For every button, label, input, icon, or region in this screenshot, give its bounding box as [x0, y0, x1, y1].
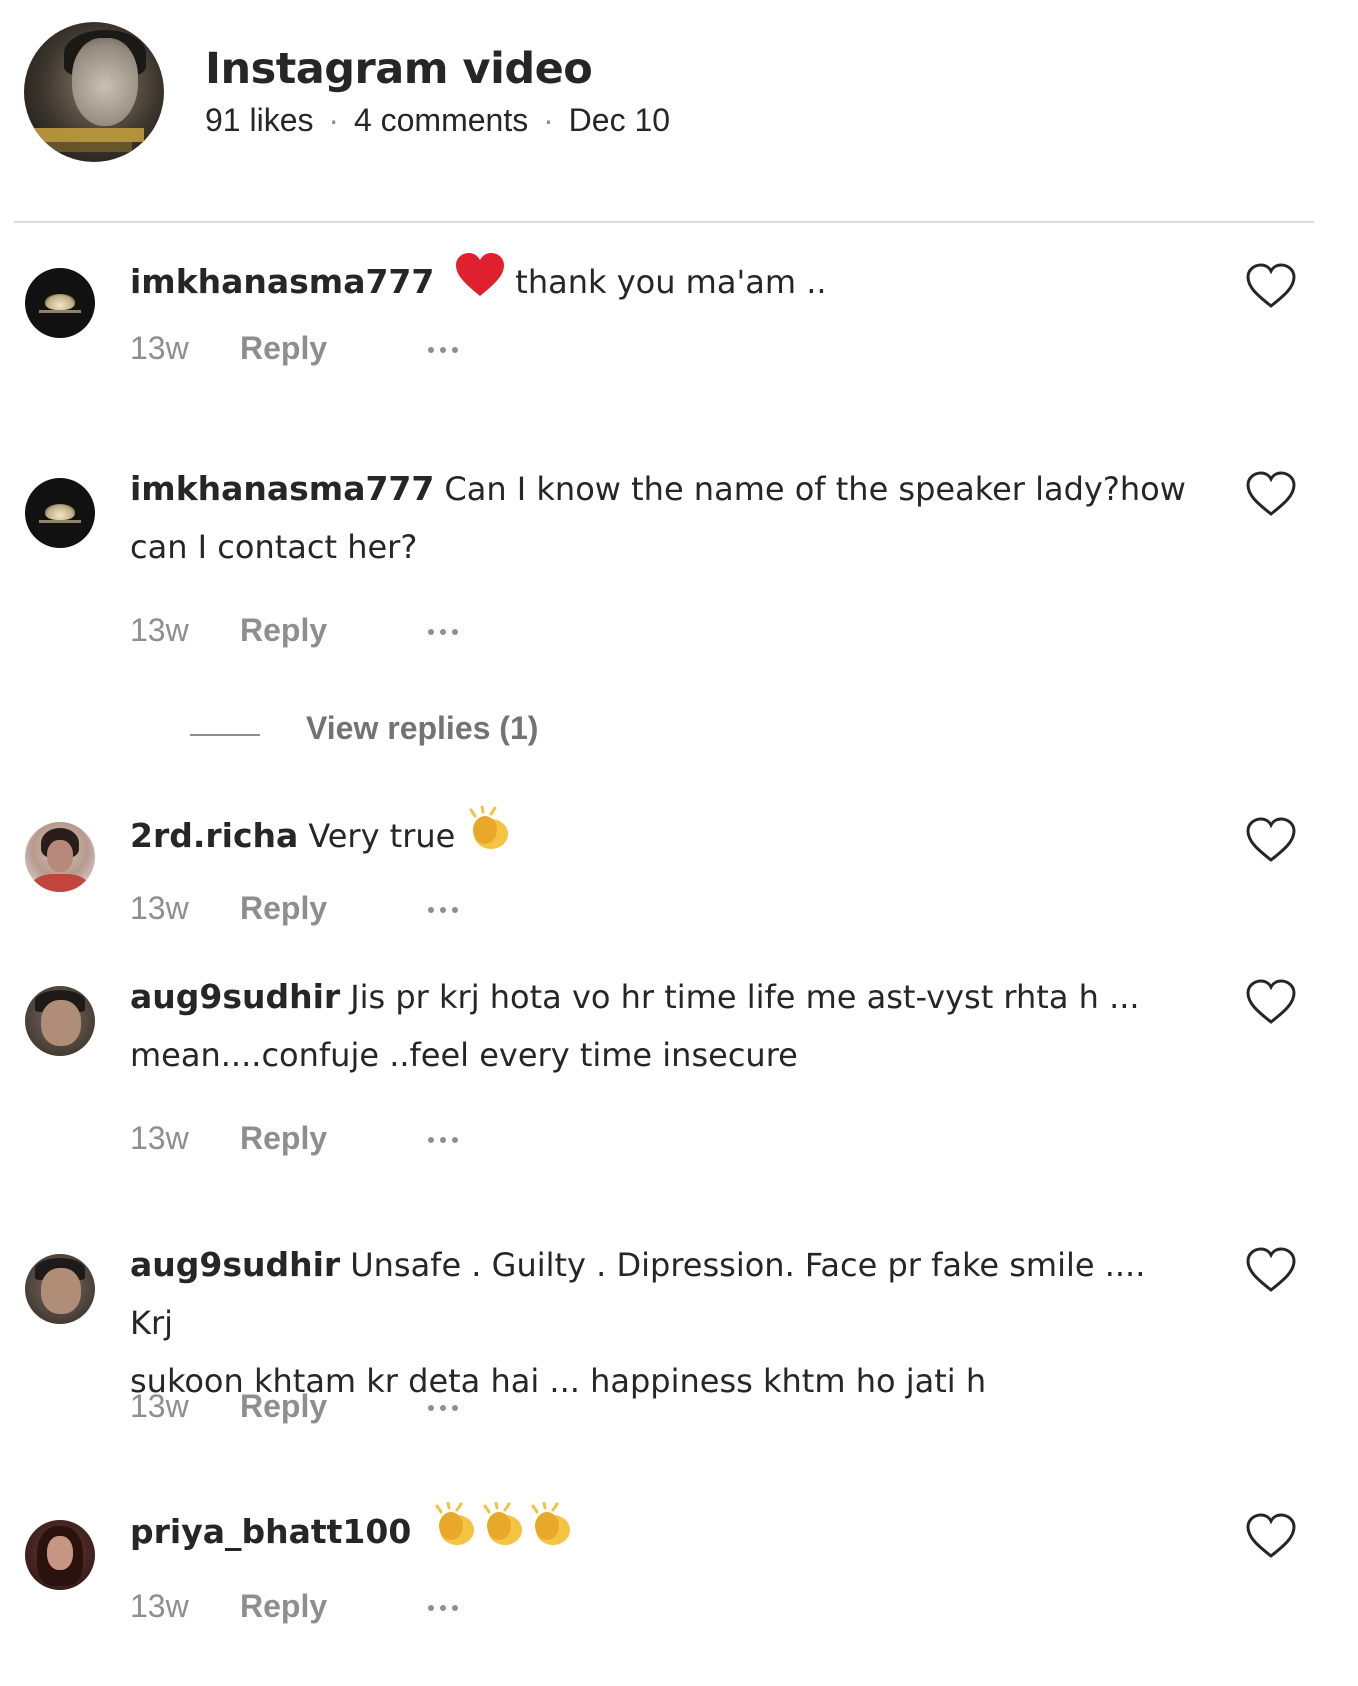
post-meta: 91 likes · 4 comments · Dec 10	[205, 102, 670, 139]
clapping-hands-emoji	[479, 1500, 527, 1566]
comment-time[interactable]: 13w	[130, 1388, 189, 1425]
comment-time[interactable]: 13w	[130, 890, 189, 927]
comment-username[interactable]: imkhanasma777	[130, 469, 434, 508]
more-options-icon[interactable]	[422, 898, 464, 922]
comment-text: thank you ma'am ..	[515, 262, 827, 301]
comment-body: imkhanasma777 thank you ma'am ..	[130, 252, 1190, 316]
view-replies-line	[190, 734, 260, 736]
more-options-icon[interactable]	[422, 1396, 464, 1420]
comment-username[interactable]: imkhanasma777	[130, 262, 434, 301]
comment-username[interactable]: priya_bhatt100	[130, 1512, 411, 1551]
like-heart-icon[interactable]	[1245, 978, 1297, 1026]
comment-text: Can I know the name of the speaker lady?…	[444, 470, 1186, 508]
reply-button[interactable]: Reply	[240, 1588, 327, 1625]
comment-text-continued: can I contact her?	[130, 528, 418, 566]
comment-time[interactable]: 13w	[130, 612, 189, 649]
comment-body: priya_bhatt100	[130, 1500, 1190, 1566]
reply-button[interactable]: Reply	[240, 1388, 327, 1425]
commenter-avatar[interactable]	[25, 268, 95, 338]
like-heart-icon[interactable]	[1245, 262, 1297, 310]
lotus-icon	[45, 504, 75, 520]
commenter-avatar[interactable]	[25, 1254, 95, 1324]
avatar-face	[47, 1536, 73, 1570]
comment-body: aug9sudhir Unsafe . Guilty . Dipression. …	[130, 1236, 1190, 1410]
more-options-icon[interactable]	[422, 1128, 464, 1152]
clapping-hands-emoji	[527, 1500, 575, 1566]
comment-time[interactable]: 13w	[130, 1120, 189, 1157]
post-author-avatar[interactable]	[24, 22, 164, 162]
comment-body: 2rd.richa Very true	[130, 804, 1190, 870]
comments-count: 4 comments	[353, 102, 529, 138]
more-options-icon[interactable]	[422, 620, 464, 644]
avatar-banner	[34, 128, 144, 142]
avatar-face	[72, 38, 138, 126]
clapping-hands-emoji	[431, 1500, 479, 1566]
commenter-avatar[interactable]	[25, 1520, 95, 1590]
avatar-decoration	[39, 310, 81, 313]
avatar-face	[41, 1000, 81, 1046]
avatar-banner-lower	[42, 142, 132, 152]
header-divider	[14, 221, 1314, 223]
reply-button[interactable]: Reply	[240, 1120, 327, 1157]
comment-text: Jis pr krj hota vo hr time life me ast-v…	[350, 978, 1140, 1016]
comment-body: aug9sudhir Jis pr krj hota vo hr time lif…	[130, 968, 1190, 1084]
clapping-hands-emoji	[465, 804, 513, 870]
comment-time[interactable]: 13w	[130, 330, 189, 367]
avatar-decoration	[39, 520, 81, 523]
meta-separator: ·	[543, 102, 554, 138]
commenter-avatar[interactable]	[25, 986, 95, 1056]
post-header: Instagram video 91 likes · 4 comments · …	[0, 0, 1358, 222]
comment-text-continued: mean....confuje ..feel every time insecu…	[130, 1036, 798, 1074]
red-heart-emoji	[454, 252, 506, 316]
avatar-shirt	[33, 874, 87, 892]
like-heart-icon[interactable]	[1245, 1512, 1297, 1560]
avatar-face	[47, 840, 73, 872]
commenter-avatar[interactable]	[25, 822, 95, 892]
meta-separator: ·	[328, 102, 340, 138]
reply-button[interactable]: Reply	[240, 890, 327, 927]
avatar-face	[41, 1268, 81, 1314]
more-options-icon[interactable]	[422, 338, 464, 362]
comment-username[interactable]: aug9sudhir	[130, 1245, 340, 1284]
like-heart-icon[interactable]	[1245, 1246, 1297, 1294]
post-date: Dec 10	[568, 102, 671, 138]
comment-time[interactable]: 13w	[130, 1588, 189, 1625]
view-replies-button[interactable]: View replies (1)	[306, 710, 538, 747]
like-heart-icon[interactable]	[1245, 816, 1297, 864]
commenter-avatar[interactable]	[25, 478, 95, 548]
comment-username[interactable]: 2rd.richa	[130, 816, 298, 855]
reply-button[interactable]: Reply	[240, 612, 327, 649]
more-options-icon[interactable]	[422, 1596, 464, 1620]
like-heart-icon[interactable]	[1245, 470, 1297, 518]
lotus-icon	[45, 294, 75, 310]
likes-count[interactable]: 91 likes	[205, 102, 314, 138]
comment-username[interactable]: aug9sudhir	[130, 977, 340, 1016]
comment-body: imkhanasma777 Can I know the name of the …	[130, 460, 1190, 576]
comment-text: Very true	[308, 816, 456, 855]
post-title[interactable]: Instagram video	[205, 44, 593, 94]
reply-button[interactable]: Reply	[240, 330, 327, 367]
